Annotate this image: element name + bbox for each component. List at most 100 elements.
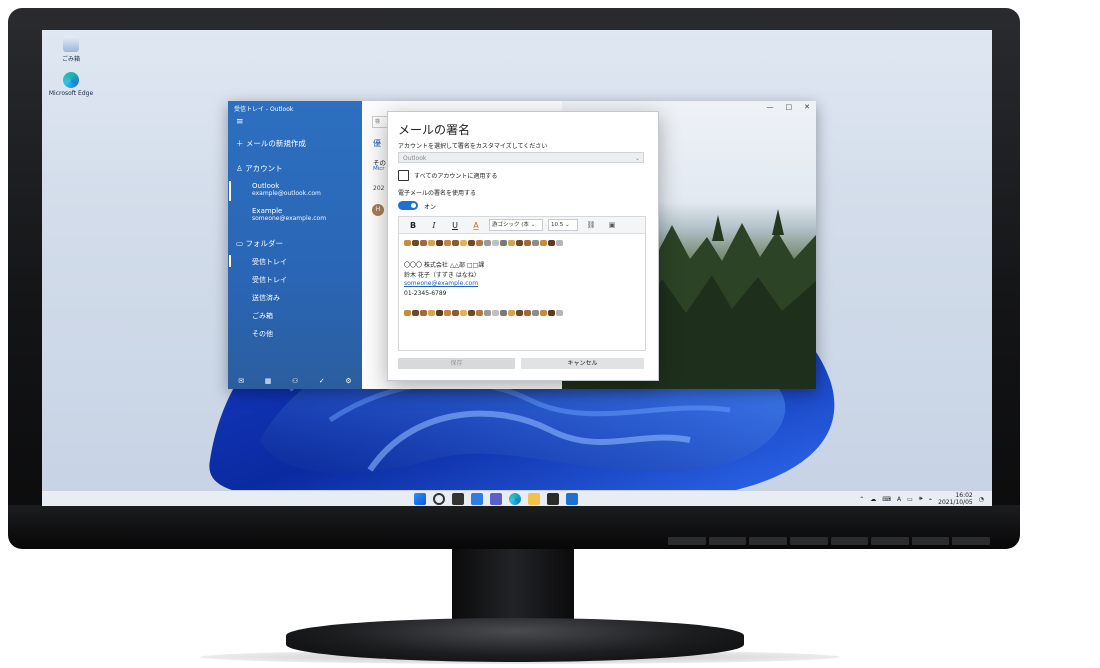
window-title: 受信トレイ - Outlook: [234, 106, 294, 113]
taskbar-apps: [414, 493, 578, 505]
format-toolbar: B I U A 游ゴシック (本 ⌄ 10.5 ⌄ ⛓ ▣: [399, 217, 645, 234]
plus-icon: ＋: [236, 139, 246, 148]
account-dropdown[interactable]: Outlook ⌄: [398, 152, 644, 163]
battery-icon[interactable]: ▭: [907, 496, 913, 503]
search-icon[interactable]: [433, 493, 445, 505]
store-icon[interactable]: [547, 493, 559, 505]
taskbar: ⌃ ☁ ⌨ A ▭ 🕪 ⌁ 16:02 2021/10/05 ◔: [42, 490, 992, 506]
font-color-button[interactable]: A: [468, 220, 484, 231]
selection-indicator: [229, 181, 231, 201]
folder-item-inbox-active[interactable]: 受信トレイ: [252, 257, 287, 267]
keyboard-icon[interactable]: ⌨: [882, 496, 891, 503]
new-mail-label: メールの新規作成: [245, 139, 306, 148]
folder-selection-indicator: [229, 255, 231, 267]
account-prompt: アカウントを選択して署名をカスタマイズしてください: [398, 143, 548, 150]
message-sender-sub: Micr: [373, 166, 385, 172]
desktop-icon-label: ごみ箱: [61, 56, 80, 63]
settings-icon[interactable]: ⚙: [345, 377, 351, 385]
edge-icon[interactable]: [509, 493, 521, 505]
decorative-emoji-row-bottom: [404, 310, 563, 316]
mail-app-icon[interactable]: [566, 493, 578, 505]
account-item-outlook[interactable]: Outlook example@outlook.com: [252, 182, 321, 197]
chevron-up-icon[interactable]: ⌃: [859, 496, 864, 503]
accounts-header[interactable]: ♙ アカウント: [236, 163, 283, 174]
taskbar-clock[interactable]: 16:02 2021/10/05: [938, 492, 973, 506]
desktop-icon-edge[interactable]: Microsoft Edge: [46, 72, 96, 97]
underline-button[interactable]: U: [447, 220, 463, 231]
chevron-down-icon: ⌄: [528, 222, 536, 228]
calendar-icon[interactable]: ▦: [265, 377, 272, 385]
clock-time: 16:02: [955, 492, 973, 499]
apply-all-checkbox[interactable]: [398, 170, 409, 181]
close-button[interactable]: ✕: [804, 103, 810, 111]
people-icon[interactable]: ⚇: [292, 377, 298, 385]
start-icon[interactable]: [414, 493, 426, 505]
use-signature-label: 電子メールの署名を使用する: [398, 190, 477, 197]
dialog-title: メールの署名: [398, 123, 471, 137]
window-controls: — □ ✕: [767, 103, 811, 111]
date-header: 202: [373, 185, 385, 192]
chat-icon[interactable]: [490, 493, 502, 505]
account-name: Outlook: [252, 182, 280, 190]
use-signature-toggle[interactable]: [398, 201, 418, 210]
account-email: someone@example.com: [252, 215, 327, 222]
account-name: Example: [252, 207, 283, 215]
decorative-emoji-row-top: [404, 240, 563, 246]
apply-all-label: すべてのアカウントに適用する: [414, 173, 498, 180]
widgets-icon[interactable]: [471, 493, 483, 505]
volume-icon[interactable]: 🕪: [919, 495, 923, 503]
minimize-button[interactable]: —: [767, 103, 774, 111]
todo-icon[interactable]: ✓: [319, 377, 325, 385]
folders-header[interactable]: ▭ フォルダー: [236, 238, 283, 249]
cancel-button[interactable]: キャンセル: [521, 358, 644, 369]
ime-indicator[interactable]: A: [897, 496, 901, 503]
mail-icon[interactable]: ✉: [238, 377, 244, 385]
monitor-stand-base: [286, 618, 744, 662]
signature-phone: 01-2345-6789: [404, 290, 447, 297]
account-dropdown-value: Outlook: [403, 155, 427, 162]
recycle-bin-icon: [63, 36, 79, 52]
image-icon[interactable]: ▣: [604, 220, 620, 231]
accounts-label: アカウント: [245, 164, 283, 173]
system-tray: ⌃ ☁ ⌨ A ▭ 🕪 ⌁ 16:02 2021/10/05 ◔: [859, 492, 984, 506]
folder-item-sent[interactable]: 送信済み: [252, 293, 280, 303]
focused-tab[interactable]: 優: [373, 138, 381, 149]
folder-item-other[interactable]: その他: [252, 329, 273, 339]
avatar: H: [372, 204, 384, 216]
folder-item-trash[interactable]: ごみ箱: [252, 311, 273, 321]
signature-name: 鈴木 花子（すずき はなね）: [404, 272, 480, 279]
hamburger-icon[interactable]: ≡: [236, 117, 244, 127]
toggle-state: オン: [424, 204, 437, 211]
folder-item-inbox[interactable]: 受信トレイ: [252, 275, 287, 285]
network-icon[interactable]: ⌁: [929, 496, 933, 503]
font-size-value: 10.5: [551, 222, 564, 228]
notification-icon[interactable]: ◔: [979, 496, 984, 503]
signature-dialog: メールの署名 アカウントを選択して署名をカスタマイズしてください Outlook…: [387, 111, 659, 381]
monitor-control-buttons: [668, 537, 990, 545]
link-icon[interactable]: ⛓: [583, 220, 599, 231]
chevron-down-icon: ⌄: [634, 155, 640, 162]
maximize-button[interactable]: □: [786, 103, 793, 111]
font-family-value: 游ゴシック (本: [492, 222, 529, 228]
desktop-icon-recycle-bin[interactable]: ごみ箱: [46, 36, 96, 63]
signature-editor[interactable]: B I U A 游ゴシック (本 ⌄ 10.5 ⌄ ⛓ ▣ 〇〇〇 株式会社 △…: [398, 216, 646, 351]
outlook-sidebar: 受信トレイ - Outlook ≡ ＋ メールの新規作成 ♙ アカウント Out…: [228, 101, 362, 389]
italic-button[interactable]: I: [426, 220, 442, 231]
chevron-down-icon: ⌄: [563, 222, 570, 228]
person-icon: ♙: [236, 164, 246, 173]
bold-button[interactable]: B: [405, 220, 421, 231]
account-item-example[interactable]: Example someone@example.com: [252, 207, 326, 222]
desktop-icon-label: Microsoft Edge: [48, 90, 94, 97]
cloud-icon[interactable]: ☁: [870, 496, 876, 503]
font-size-select[interactable]: 10.5 ⌄: [548, 219, 578, 231]
signature-email-link[interactable]: someone@example.com: [404, 280, 478, 287]
account-email: example@outlook.com: [252, 190, 321, 197]
save-button[interactable]: 保存: [398, 358, 515, 369]
desktop-screen: ごみ箱 Microsoft Edge 受信トレイ - Outlook ≡ ＋ メ…: [42, 30, 992, 506]
font-family-select[interactable]: 游ゴシック (本 ⌄: [489, 219, 543, 231]
new-mail-button[interactable]: ＋ メールの新規作成: [236, 138, 306, 149]
file-explorer-icon[interactable]: [528, 493, 540, 505]
sidebar-bottom-bar: ✉ ▦ ⚇ ✓ ⚙: [228, 373, 362, 389]
edge-icon: [63, 72, 79, 88]
task-view-icon[interactable]: [452, 493, 464, 505]
